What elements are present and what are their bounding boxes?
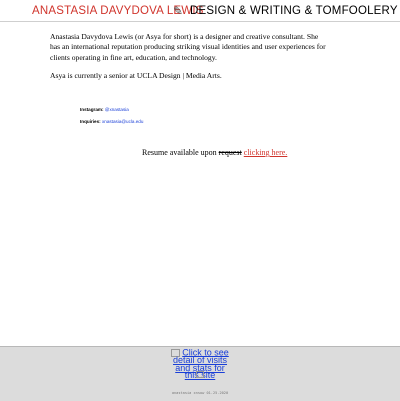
contact-info: Instagram: @xnastasia Inquiries: xnastas… (80, 107, 143, 131)
resume-line: Resume available upon request clicking h… (142, 148, 287, 157)
bio-paragraph: Asya is currently a senior at UCLA Desig… (50, 71, 222, 81)
footer: Click to see detail of visits and stats … (0, 346, 400, 401)
inquiries-label: Inquiries: (80, 119, 101, 124)
site-header: ANASTASIA DAVYDOVA LEWIS ✎ DESIGN & WRIT… (0, 0, 400, 22)
site-tagline: DESIGN & WRITING & TOMFOOLERY (190, 5, 398, 17)
instagram-row: Instagram: @xnastasia (80, 107, 143, 112)
inquiries-row: Inquiries: xnastasia@ucla.edu (80, 119, 143, 124)
instagram-link[interactable]: @xnastasia (105, 107, 129, 112)
bio-section: Anastasia Davydova Lewis (or Asya for sh… (50, 32, 330, 90)
broken-image-icon (196, 371, 204, 378)
email-link[interactable]: xnastasia@ucla.edu (102, 119, 143, 124)
pencil-icon: ✎ (173, 4, 184, 18)
bio-paragraph: Anastasia Davydova Lewis (or Asya for sh… (50, 32, 326, 62)
resume-prefix: Resume available upon (142, 148, 217, 157)
copyright-text: anastasia xnsow 01.25.2020 (171, 391, 229, 395)
resume-link[interactable]: clicking here. (244, 148, 288, 157)
header-divider (0, 21, 400, 22)
instagram-label: Instagram: (80, 107, 104, 112)
resume-struck-word: request (218, 148, 242, 157)
